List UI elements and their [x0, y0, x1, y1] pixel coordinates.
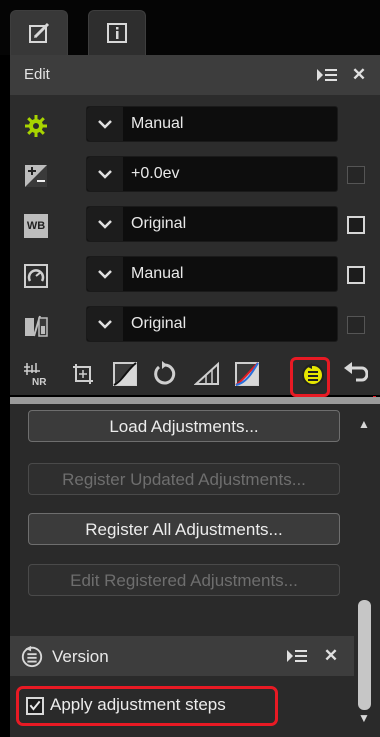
info-icon: [107, 23, 127, 43]
apply-adjustment-steps-label[interactable]: Apply adjustment steps: [50, 695, 226, 715]
edit-panel-title: Edit: [24, 66, 50, 83]
exposure-checkbox[interactable]: [347, 166, 365, 184]
exposure-dropdown[interactable]: +0.0ev: [86, 156, 338, 192]
scroll-up-icon[interactable]: ▲: [358, 418, 370, 430]
picture-control-mode-row: Manual: [10, 252, 380, 298]
close-icon[interactable]: ✕: [348, 64, 370, 86]
register-all-adjustments-button[interactable]: Register All Adjustments...: [28, 513, 340, 545]
white-balance-checkbox[interactable]: [347, 216, 365, 234]
edit-panel-header: Edit ✕: [10, 55, 380, 95]
load-adjustments-button[interactable]: Load Adjustments...: [28, 410, 340, 442]
close-icon[interactable]: ✕: [320, 645, 342, 667]
version-panel-header: Version ✕: [10, 636, 354, 676]
apply-adjustment-steps-checkbox[interactable]: [26, 697, 44, 715]
active-d-lighting-row: Original: [10, 302, 380, 348]
crop-icon[interactable]: [70, 361, 96, 387]
chevron-down-icon: [87, 157, 123, 191]
picture-control-row: Manual: [10, 102, 380, 148]
version-panel-title: Version: [52, 647, 109, 666]
levels-icon[interactable]: [112, 361, 138, 387]
pencil-icon: [29, 22, 50, 43]
exposure-row: +0.0ev: [10, 152, 380, 198]
exposure-compensation-icon: [25, 165, 47, 187]
panel-divider[interactable]: [10, 397, 380, 404]
scrollbar-thumb[interactable]: [358, 600, 371, 710]
register-updated-adjustments-button[interactable]: Register Updated Adjustments...: [28, 463, 340, 495]
active-d-lighting-checkbox[interactable]: [347, 316, 365, 334]
white-balance-icon: WB: [24, 214, 48, 238]
scroll-down-icon[interactable]: ▼: [358, 712, 370, 724]
active-d-lighting-icon: [25, 315, 48, 337]
chevron-down-icon: [87, 107, 123, 141]
active-d-lighting-dropdown[interactable]: Original: [86, 306, 338, 342]
version-steps-icon: [21, 645, 43, 668]
dropdown-value: Manual: [131, 115, 184, 132]
tab-edit[interactable]: [10, 10, 68, 55]
undo-icon[interactable]: [342, 361, 368, 387]
picture-control-gear-icon: [25, 115, 47, 137]
white-balance-dropdown[interactable]: Original: [86, 206, 338, 242]
noise-reduction-icon[interactable]: NR: [22, 361, 48, 387]
picture-control-icon: [24, 264, 48, 288]
picture-control-dropdown[interactable]: Manual: [86, 106, 338, 142]
edit-registered-adjustments-button[interactable]: Edit Registered Adjustments...: [28, 564, 340, 596]
dropdown-value: +0.0ev: [131, 165, 180, 182]
dropdown-value: Original: [131, 315, 187, 332]
white-balance-icon-label: WB: [26, 220, 46, 232]
chevron-down-icon: [87, 207, 123, 241]
checkmark-icon: [29, 700, 41, 711]
adjustment-steps-highlight: [290, 357, 330, 397]
chevron-down-icon: [87, 307, 123, 341]
noise-reduction-icon-label: NR: [32, 377, 47, 387]
edit-panel-body: Manual +0.0ev WB Original Manual Origina…: [10, 95, 380, 395]
dropdown-value: Manual: [131, 265, 184, 282]
picture-control-checkbox[interactable]: [347, 266, 365, 284]
color-balance-icon[interactable]: [234, 361, 260, 387]
white-balance-row: WB Original: [10, 202, 380, 248]
tab-info[interactable]: [88, 10, 146, 55]
dropdown-value: Original: [131, 215, 187, 232]
chevron-down-icon: [87, 257, 123, 291]
straighten-icon[interactable]: [194, 361, 220, 387]
picture-control-mode-dropdown[interactable]: Manual: [86, 256, 338, 292]
panel-menu-icon[interactable]: [316, 64, 338, 86]
tab-bar: [0, 0, 380, 55]
rotate-icon[interactable]: [152, 361, 178, 387]
panel-menu-icon[interactable]: [286, 645, 308, 667]
edit-palette: Edit ✕ Manual +0.0ev WB Original Manual …: [0, 0, 380, 737]
